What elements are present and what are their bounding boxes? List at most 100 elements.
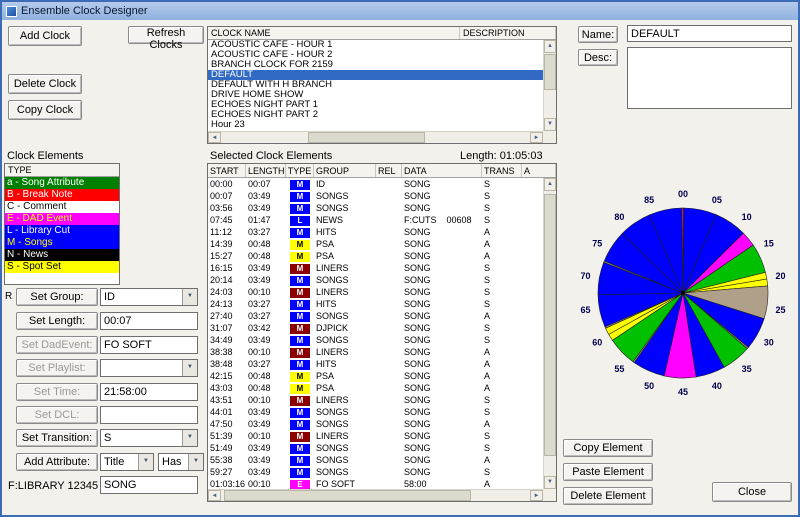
type-column-header[interactable]: TYPE [5, 164, 119, 177]
element-row[interactable]: 55:3803:49MSONGSSONGA [208, 454, 543, 466]
scroll-down-icon[interactable]: ▼ [544, 118, 556, 131]
element-row[interactable]: 31:0703:42MDJPICKSONGS [208, 322, 543, 334]
refresh-clocks-button[interactable]: Refresh Clocks [128, 26, 204, 44]
set-length-input[interactable] [100, 312, 198, 330]
clock-list-item[interactable]: BRANCH CLOCK FOR 2159 [208, 60, 543, 70]
element-row[interactable]: 51:3900:10MLINERSSONGS [208, 430, 543, 442]
table-horizontal-scrollbar[interactable]: ◄ ► [208, 489, 543, 501]
set-group-button[interactable]: Set Group: [16, 288, 98, 306]
scroll-left-icon[interactable]: ◄ [208, 132, 221, 143]
element-row[interactable]: 00:0703:49MSONGSSONGS [208, 190, 543, 202]
element-row[interactable]: 14:3900:48MPSASONGA [208, 238, 543, 250]
element-type-legend-item[interactable]: N - News [5, 249, 119, 261]
copy-element-button[interactable]: Copy Element [563, 439, 653, 457]
scrollbar-thumb[interactable] [308, 132, 425, 143]
element-row[interactable]: 20:1403:49MSONGSSONGS [208, 274, 543, 286]
scroll-up-icon[interactable]: ▲ [544, 40, 556, 53]
rel-column-header[interactable]: REL [376, 164, 402, 177]
scrollbar-thumb[interactable] [544, 194, 556, 456]
clock-list-vertical-scrollbar[interactable]: ▲ ▼ [543, 40, 556, 131]
element-row[interactable]: 34:4903:49MSONGSSONGS [208, 334, 543, 346]
element-row[interactable]: 24:1303:27MHITSSONGS [208, 298, 543, 310]
attribute-op-select[interactable]: Has ▼ [158, 453, 204, 471]
scrollbar-track[interactable] [221, 132, 530, 143]
desc-input[interactable] [627, 47, 792, 109]
scroll-left-icon[interactable]: ◄ [208, 490, 221, 501]
element-row[interactable]: 15:2700:48MPSASONGA [208, 250, 543, 262]
close-button[interactable]: Close [712, 482, 792, 502]
clock-list-horizontal-scrollbar[interactable]: ◄ ► [208, 131, 543, 143]
element-row[interactable]: 24:0300:10MLINERSSONGS [208, 286, 543, 298]
element-type-legend-item[interactable]: C - Comment [5, 201, 119, 213]
chevron-down-icon[interactable]: ▼ [188, 454, 203, 470]
scrollbar-track[interactable] [544, 191, 556, 476]
name-button[interactable]: Name: [578, 26, 618, 43]
element-row[interactable]: 43:0300:48MPSASONGA [208, 382, 543, 394]
start-column-header[interactable]: START [208, 164, 246, 177]
element-type-legend-item[interactable]: L - Library Cut [5, 225, 119, 237]
set-group-select[interactable]: ID ▼ [100, 288, 198, 306]
add-attribute-button[interactable]: Add Attribute: [16, 453, 98, 471]
element-row[interactable]: 27:4003:27MSONGSSONGA [208, 310, 543, 322]
trans-column-header[interactable]: TRANS [482, 164, 522, 177]
add-clock-button[interactable]: Add Clock [8, 26, 82, 46]
element-type-legend-item[interactable]: E - DAD Event [5, 213, 119, 225]
library-input[interactable] [100, 476, 198, 494]
element-type-legend-item[interactable]: a - Song Attribute [5, 177, 119, 189]
data-column-header[interactable]: DATA [402, 164, 482, 177]
element-row[interactable]: 01:03:1600:10EFO SOFT58:00A [208, 478, 543, 489]
scroll-right-icon[interactable]: ► [530, 490, 543, 501]
chevron-down-icon[interactable]: ▼ [182, 430, 197, 446]
element-row[interactable]: 43:5100:10MLINERSSONGS [208, 394, 543, 406]
element-row[interactable]: 16:1503:49MLINERSSONGS [208, 262, 543, 274]
chevron-down-icon[interactable]: ▼ [182, 360, 197, 376]
set-dadevent-button[interactable]: Set DadEvent: [16, 336, 98, 354]
set-dcl-input[interactable] [100, 406, 198, 424]
element-row[interactable]: 03:5603:49MSONGSSONGS [208, 202, 543, 214]
set-transition-button[interactable]: Set Transition: [16, 429, 98, 447]
title-bar[interactable]: Ensemble Clock Designer [2, 2, 798, 20]
attribute-type-select[interactable]: Title ▼ [100, 453, 154, 471]
element-type-legend-item[interactable]: M - Songs [5, 237, 119, 249]
element-row[interactable]: 59:2703:49MSONGSSONGS [208, 466, 543, 478]
group-column-header[interactable]: GROUP [314, 164, 376, 177]
element-row[interactable]: 51:4903:49MSONGSSONGS [208, 442, 543, 454]
element-type-legend-item[interactable]: S - Spot Set [5, 261, 119, 273]
element-row[interactable]: 47:5003:49MSONGSSONGA [208, 418, 543, 430]
set-time-button[interactable]: Set Time: [16, 383, 98, 401]
table-vertical-scrollbar[interactable]: ▲ ▼ [543, 178, 556, 489]
scroll-up-icon[interactable]: ▲ [544, 178, 556, 191]
delete-clock-button[interactable]: Delete Clock [8, 74, 82, 94]
scroll-down-icon[interactable]: ▼ [544, 476, 556, 489]
element-row[interactable]: 11:1203:27MHITSSONGA [208, 226, 543, 238]
element-row[interactable]: 38:3800:10MLINERSSONGA [208, 346, 543, 358]
clock-list-item[interactable]: ECHOES NIGHT PART 2 [208, 110, 543, 120]
set-transition-select[interactable]: S ▼ [100, 429, 198, 447]
element-type-legend-item[interactable]: B - Break Note [5, 189, 119, 201]
a-column-header[interactable]: A [522, 164, 556, 177]
description-column-header[interactable]: DESCRIPTION [460, 27, 556, 39]
set-playlist-button[interactable]: Set Playlist: [16, 359, 98, 377]
delete-element-button[interactable]: Delete Element [563, 487, 653, 505]
set-time-input[interactable] [100, 383, 198, 401]
paste-element-button[interactable]: Paste Element [563, 463, 653, 481]
scroll-right-icon[interactable]: ► [530, 132, 543, 143]
set-length-button[interactable]: Set Length: [16, 312, 98, 330]
element-row[interactable]: 07:4501:47LNEWSF:CUTS 00608S [208, 214, 543, 226]
clock-list-item[interactable]: Hour 23 [208, 120, 543, 130]
scrollbar-thumb[interactable] [224, 490, 471, 501]
scrollbar-track[interactable] [221, 490, 530, 501]
type-column-header[interactable]: TYPE [286, 164, 314, 177]
element-row[interactable]: 44:0103:49MSONGSSONGS [208, 406, 543, 418]
desc-button[interactable]: Desc: [578, 49, 618, 66]
chevron-down-icon[interactable]: ▼ [138, 454, 153, 470]
length-column-header[interactable]: LENGTH [246, 164, 286, 177]
copy-clock-button[interactable]: Copy Clock [8, 100, 82, 120]
set-dadevent-input[interactable] [100, 336, 198, 354]
set-playlist-select[interactable]: ▼ [100, 359, 198, 377]
name-input[interactable] [627, 25, 792, 42]
element-row[interactable]: 38:4803:27MHITSSONGA [208, 358, 543, 370]
chevron-down-icon[interactable]: ▼ [182, 289, 197, 305]
element-row[interactable]: 42:1500:48MPSASONGA [208, 370, 543, 382]
clock-name-column-header[interactable]: CLOCK NAME [208, 27, 460, 39]
